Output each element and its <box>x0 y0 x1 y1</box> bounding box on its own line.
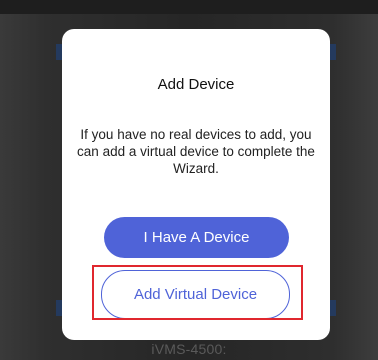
viewfinder-corner-top-right <box>330 44 336 60</box>
background-caption: iVMS-4500: <box>151 341 227 357</box>
top-bar <box>0 0 378 14</box>
i-have-a-device-button[interactable]: I Have A Device <box>104 217 289 258</box>
add-device-dialog: Add Device If you have no real devices t… <box>62 29 330 340</box>
add-virtual-device-button[interactable]: Add Virtual Device <box>101 270 290 319</box>
dialog-message: If you have no real devices to add, you … <box>77 127 315 176</box>
viewfinder-corner-bottom-right <box>330 300 336 316</box>
dialog-title: Add Device <box>157 76 235 93</box>
